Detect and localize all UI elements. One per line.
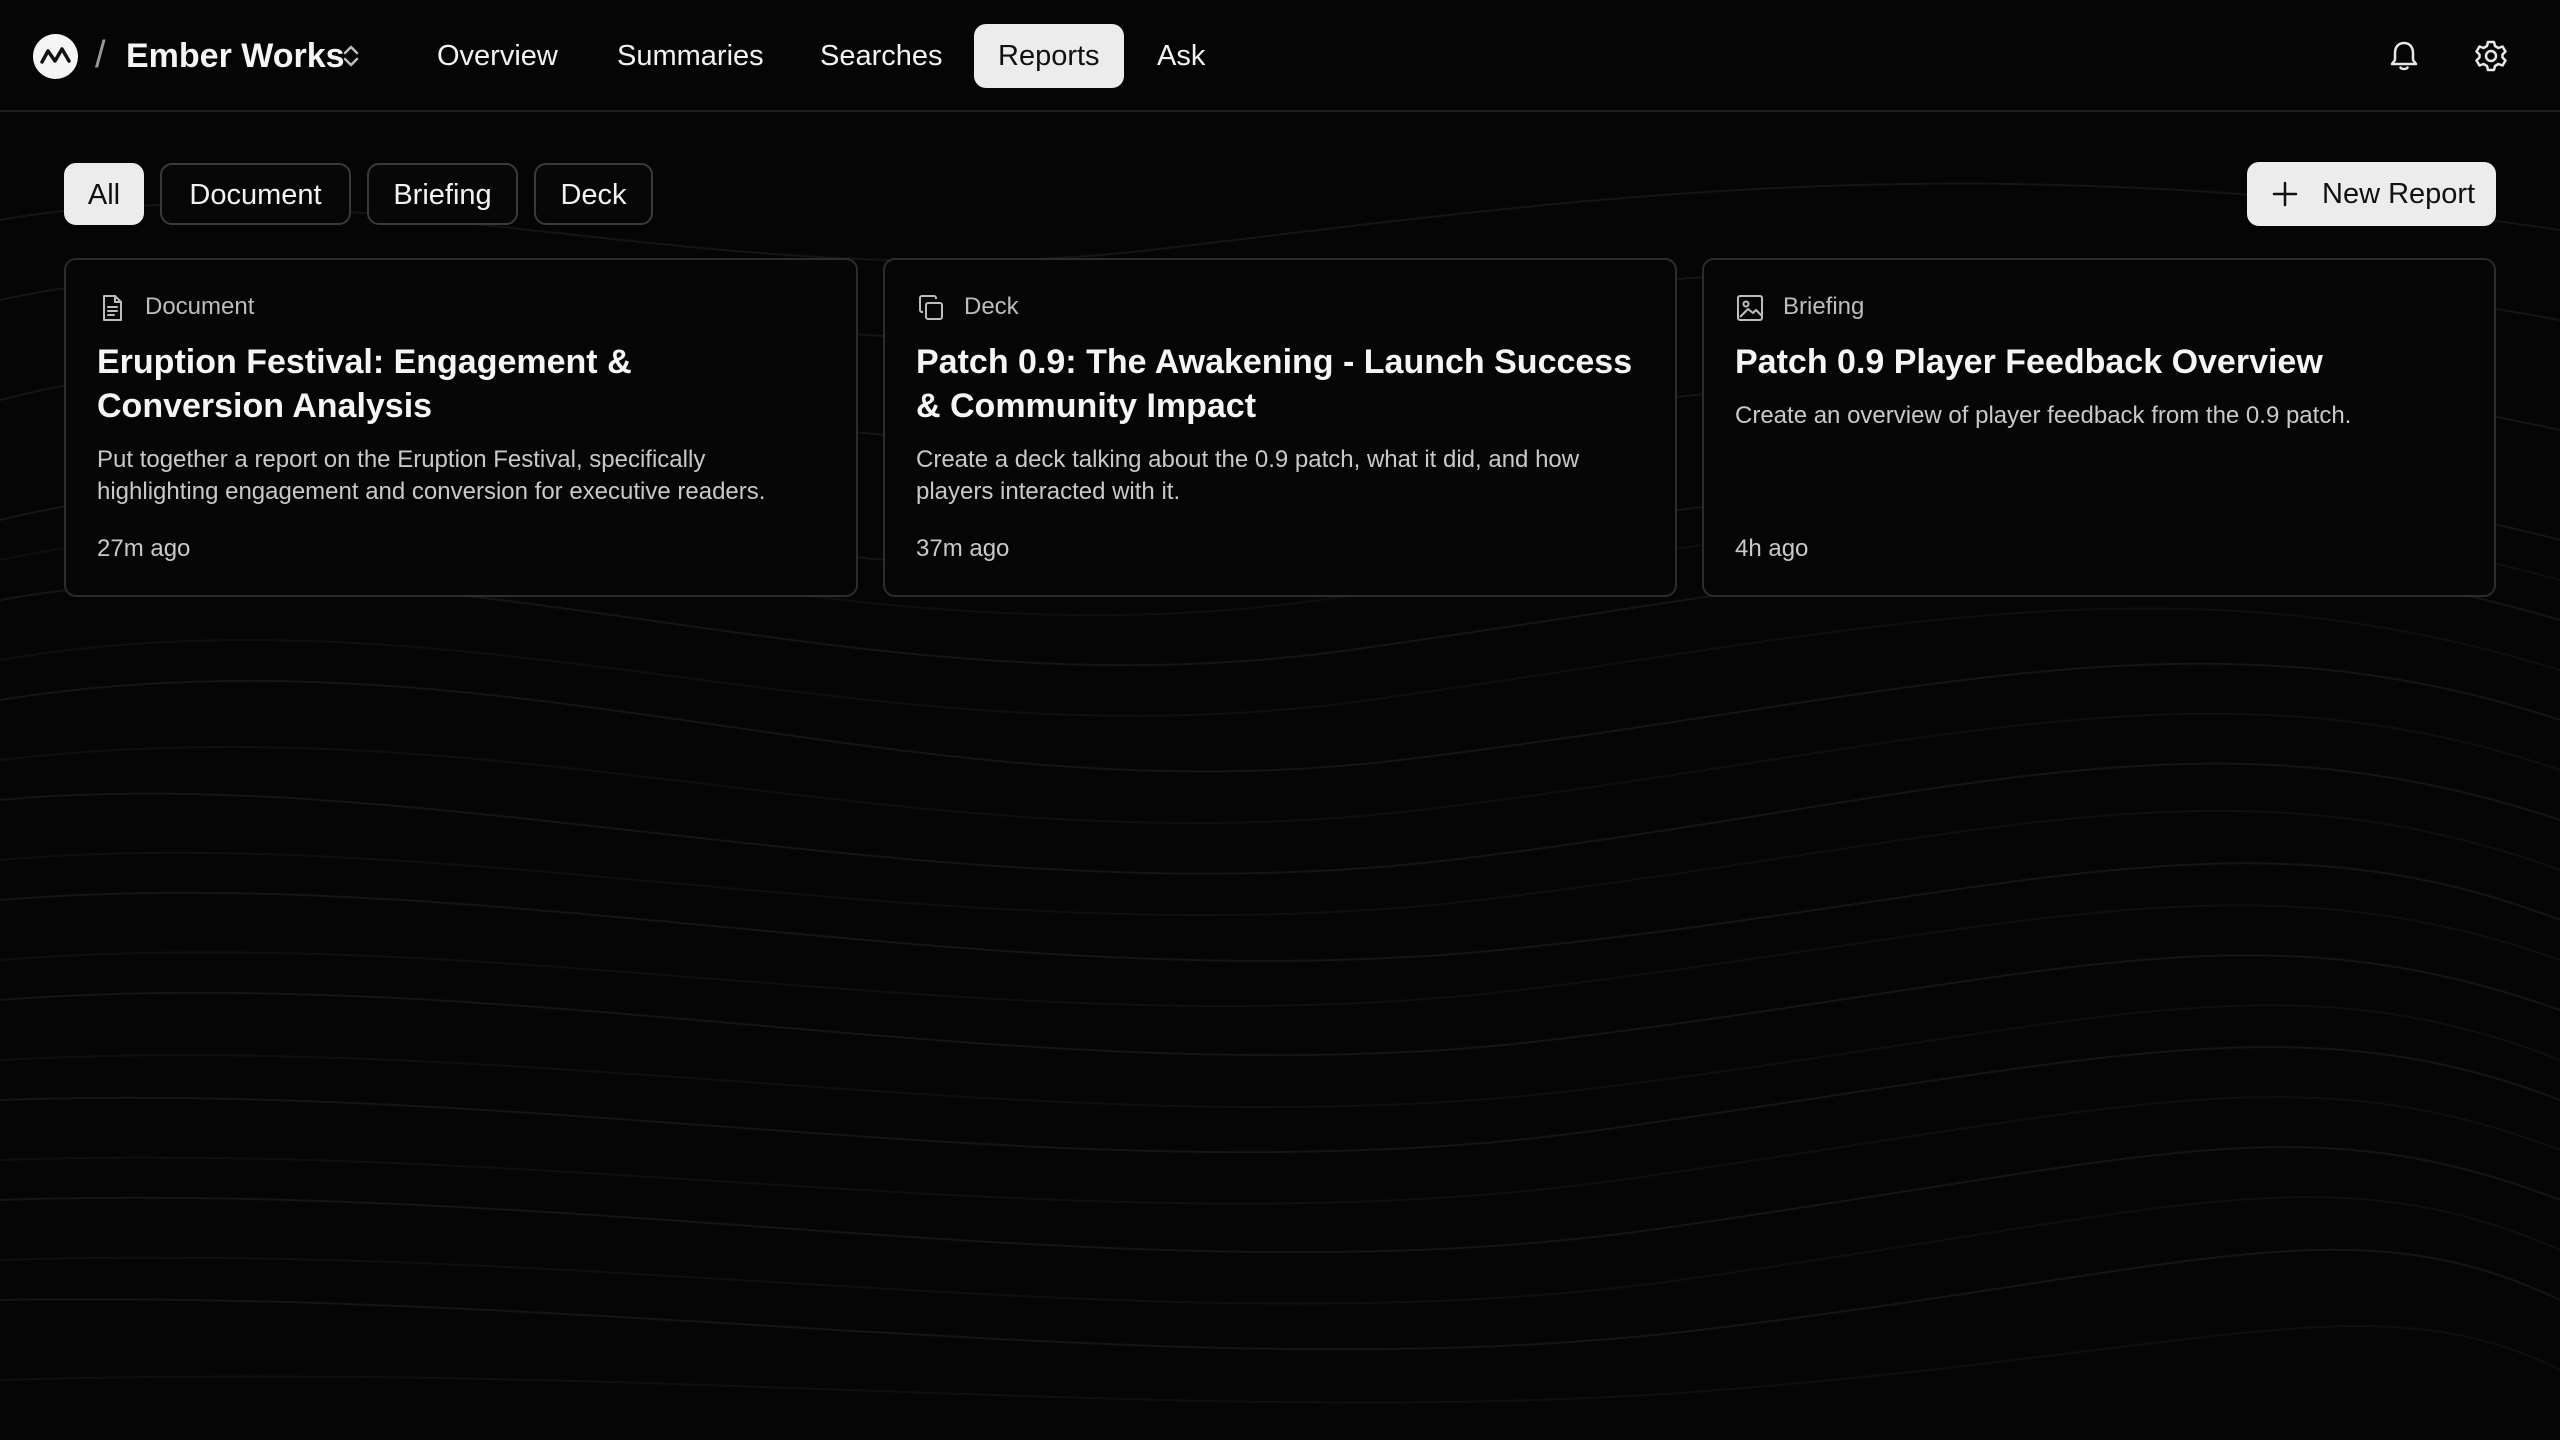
- report-card[interactable]: Document Eruption Festival: Engagement &…: [64, 258, 858, 597]
- plus-icon: [2272, 181, 2298, 207]
- report-type-label: Deck: [964, 293, 1019, 320]
- nav-ask[interactable]: Ask: [1133, 24, 1229, 88]
- app-logo-icon[interactable]: [33, 34, 78, 79]
- nav-searches[interactable]: Searches: [796, 24, 967, 88]
- image-icon: [1737, 295, 1763, 321]
- report-type-label: Briefing: [1783, 293, 1865, 320]
- document-icon: [103, 295, 122, 321]
- report-card[interactable]: Briefing Patch 0.9 Player Feedback Overv…: [1702, 258, 2496, 597]
- chevron-up-down-icon[interactable]: [340, 42, 362, 70]
- report-type-label: Document: [145, 293, 255, 320]
- report-description: Create a deck talking about the 0.9 patc…: [916, 446, 1580, 505]
- report-title[interactable]: Patch 0.9 Player Feedback Overview: [1735, 340, 2455, 384]
- report-timestamp: 37m ago: [916, 535, 1010, 562]
- report-card[interactable]: Deck Patch 0.9: The Awakening - Launch S…: [883, 258, 1677, 597]
- filter-chip-briefing[interactable]: Briefing: [367, 163, 518, 225]
- report-timestamp: 4h ago: [1735, 535, 1809, 562]
- report-description: Put together a report on the Eruption Fe…: [97, 446, 766, 505]
- new-report-button[interactable]: New Report: [2247, 162, 2496, 226]
- filter-chip-all[interactable]: All: [64, 163, 144, 225]
- workspace-name[interactable]: Ember Works: [126, 33, 345, 79]
- nav-reports[interactable]: Reports: [974, 24, 1124, 88]
- report-title[interactable]: Patch 0.9: The Awakening - Launch Succes…: [916, 340, 1636, 428]
- copy-deck-icon: [919, 295, 943, 320]
- nav-overview[interactable]: Overview: [413, 24, 582, 88]
- top-navigation-bar: / Ember Works Overview Summaries Searche…: [0, 0, 2560, 112]
- report-description: Create an overview of player feedback fr…: [1735, 402, 2352, 429]
- filter-chip-document[interactable]: Document: [160, 163, 351, 225]
- reports-page: / Ember Works Overview Summaries Searche…: [0, 0, 2560, 1440]
- new-report-label: New Report: [2322, 178, 2476, 210]
- nav-summaries[interactable]: Summaries: [593, 24, 788, 88]
- breadcrumb-separator: /: [95, 34, 106, 76]
- gear-icon[interactable]: [2471, 36, 2511, 76]
- bell-icon[interactable]: [2384, 36, 2424, 76]
- report-timestamp: 27m ago: [97, 535, 191, 562]
- report-title[interactable]: Eruption Festival: Engagement & Conversi…: [97, 340, 817, 428]
- filter-chip-deck[interactable]: Deck: [534, 163, 653, 225]
